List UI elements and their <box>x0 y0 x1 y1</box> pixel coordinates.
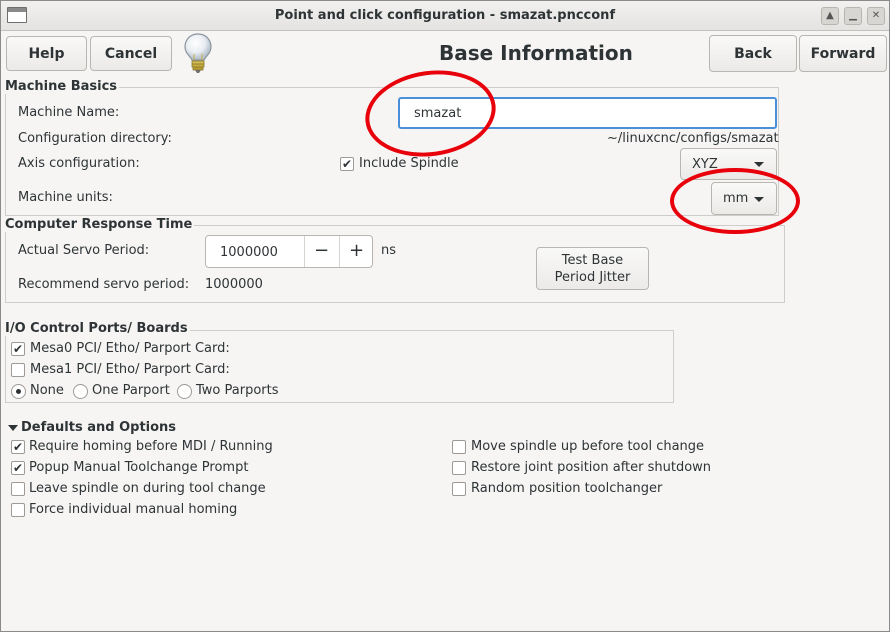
require-homing-label: Require homing before MDI / Running <box>29 439 273 454</box>
radio-one-parport[interactable] <box>73 384 88 399</box>
radio-none-label: None <box>30 383 64 398</box>
forward-button[interactable]: Forward <box>799 35 887 72</box>
back-button[interactable]: Back <box>709 35 797 72</box>
force-manual-homing-label: Force individual manual homing <box>29 502 238 517</box>
radio-none[interactable] <box>11 384 26 399</box>
page-title: Base Information <box>439 41 633 65</box>
mesa0-checkbox[interactable]: ✔ <box>11 342 25 356</box>
servo-period-label: Actual Servo Period: <box>18 243 150 258</box>
lightbulb-icon <box>184 33 212 73</box>
mesa1-label: Mesa1 PCI/ Etho/ Parport Card: <box>30 362 230 377</box>
mesa1-checkbox[interactable] <box>11 363 25 377</box>
restore-up-icon[interactable]: ▲ <box>821 7 839 25</box>
radio-two-parports[interactable] <box>177 384 192 399</box>
help-button[interactable]: Help <box>6 36 87 71</box>
force-manual-homing-checkbox[interactable] <box>11 503 25 517</box>
radio-one-parport-label: One Parport <box>92 383 170 398</box>
radio-two-parports-label: Two Parports <box>196 383 279 398</box>
move-spindle-up-label: Move spindle up before tool change <box>471 439 705 454</box>
increment-button[interactable]: + <box>339 236 372 267</box>
random-toolchanger-checkbox[interactable] <box>452 482 466 496</box>
cancel-button[interactable]: Cancel <box>90 36 172 71</box>
close-icon[interactable]: ✕ <box>867 7 885 25</box>
mesa0-label: Mesa0 PCI/ Etho/ Parport Card: <box>30 341 230 356</box>
config-directory-value: ~/linuxcnc/configs/smazat <box>607 131 779 146</box>
move-spindle-up-checkbox[interactable] <box>452 440 466 454</box>
defaults-heading[interactable]: Defaults and Options <box>21 420 179 435</box>
servo-unit-label: ns <box>381 243 397 258</box>
checkmark-icon: ✔ <box>12 440 24 454</box>
config-directory-label: Configuration directory: <box>18 131 172 146</box>
random-toolchanger-label: Random position toolchanger <box>471 481 663 496</box>
test-button-line1: Test Base <box>561 252 624 268</box>
machine-units-combo[interactable]: mm <box>711 182 777 215</box>
machine-units-label: Machine units: <box>18 190 113 205</box>
leave-spindle-on-checkbox[interactable] <box>11 482 25 496</box>
expander-arrow-icon[interactable] <box>8 425 18 431</box>
servo-period-value: 1000000 <box>220 245 278 260</box>
axis-configuration-combo[interactable]: XYZ <box>680 148 777 180</box>
chevron-down-icon <box>754 196 764 202</box>
include-spindle-checkbox[interactable]: ✔ <box>340 157 354 171</box>
axis-configuration-value: XYZ <box>692 156 718 172</box>
servo-period-spinbutton[interactable]: 1000000 − + <box>205 235 373 268</box>
window-title: Point and click configuration - smazat.p… <box>274 8 616 23</box>
machine-basics-heading: Machine Basics <box>5 79 120 94</box>
machine-units-value: mm <box>723 191 749 206</box>
decrement-button[interactable]: − <box>304 236 338 267</box>
minimize-icon[interactable]: ▁ <box>844 7 862 25</box>
title-bar: Point and click configuration - smazat.p… <box>1 1 889 31</box>
machine-name-input[interactable]: smazat <box>398 97 777 129</box>
checkmark-icon: ✔ <box>12 461 24 475</box>
checkmark-icon: ✔ <box>341 157 353 171</box>
main-window: Point and click configuration - smazat.p… <box>0 0 890 632</box>
chevron-down-icon <box>754 162 764 167</box>
popup-toolchange-checkbox[interactable]: ✔ <box>11 461 25 475</box>
restore-joint-position-checkbox[interactable] <box>452 461 466 475</box>
machine-name-label: Machine Name: <box>18 105 120 120</box>
checkmark-icon: ✔ <box>12 342 24 356</box>
restore-joint-position-label: Restore joint position after shutdown <box>471 460 712 475</box>
popup-toolchange-label: Popup Manual Toolchange Prompt <box>29 460 249 475</box>
axis-configuration-label: Axis configuration: <box>18 156 140 171</box>
require-homing-checkbox[interactable]: ✔ <box>11 440 25 454</box>
recommend-period-value: 1000000 <box>205 277 263 292</box>
recommend-period-label: Recommend servo period: <box>18 277 190 292</box>
include-spindle-label: Include Spindle <box>359 156 459 171</box>
leave-spindle-on-label: Leave spindle on during tool change <box>29 481 266 496</box>
test-button-line2: Period Jitter <box>554 269 631 285</box>
io-ports-heading: I/O Control Ports/ Boards <box>5 321 190 336</box>
test-base-period-button[interactable]: Test Base Period Jitter <box>536 247 649 290</box>
response-time-heading: Computer Response Time <box>5 217 195 232</box>
machine-name-value: smazat <box>414 105 462 121</box>
